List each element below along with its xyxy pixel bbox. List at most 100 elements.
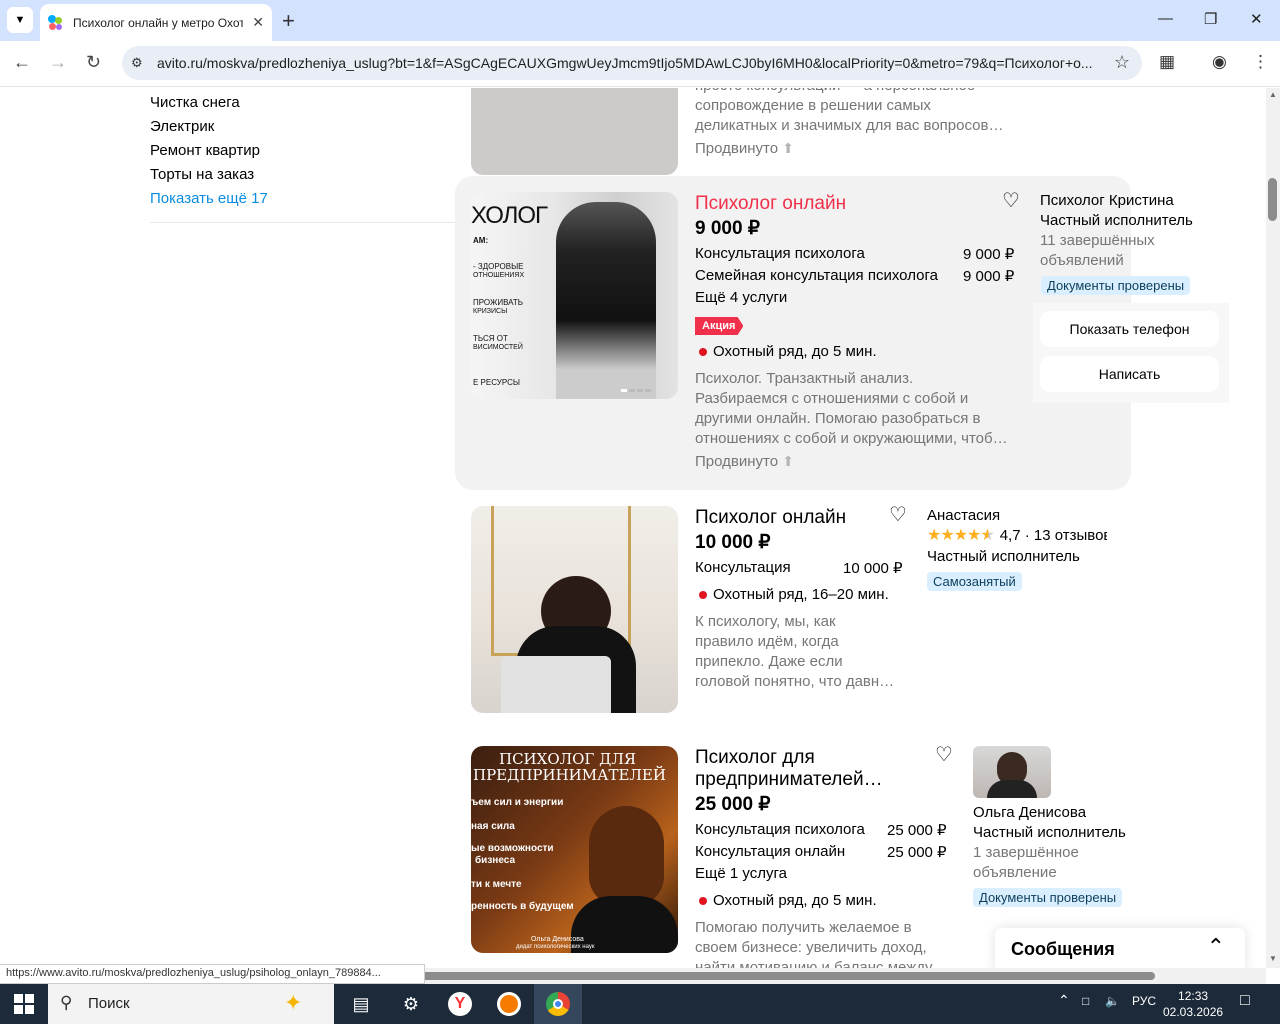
- seller-name[interactable]: Психолог Кристина: [1040, 191, 1174, 211]
- forward-icon[interactable]: →: [49, 52, 67, 73]
- write-message-button[interactable]: Написать: [1040, 356, 1219, 392]
- sidebar-link-renovation[interactable]: Ремонт квартир: [150, 139, 268, 163]
- minimize-icon[interactable]: —: [1158, 10, 1173, 27]
- tab-title: Психолог онлайн у метро Охотный ряд: [73, 15, 243, 30]
- listing1-promoted: Продвинуто ⬆: [695, 453, 794, 470]
- profile-icon[interactable]: ◉: [1212, 52, 1227, 72]
- chevron-up-icon[interactable]: ⌃: [1207, 934, 1225, 960]
- service-price: 25 000 ₽: [887, 844, 947, 861]
- listing1-photo[interactable]: ХОЛОГ АМ: - ЗДОРОВЫЕ ОТНОШЕНИЯХ ПРОЖИВАТ…: [471, 192, 678, 399]
- seller-avatar[interactable]: [973, 746, 1051, 798]
- chrome-icon[interactable]: [534, 984, 582, 1024]
- taskbar-search-label: Поиск: [88, 995, 130, 1012]
- messages-title: Сообщения: [1011, 939, 1115, 959]
- favorite-heart-icon[interactable]: ♡: [889, 502, 907, 527]
- browser-tab[interactable]: Психолог онлайн у метро Охотный ряд ✕: [40, 4, 272, 41]
- app-icon[interactable]: [495, 990, 523, 1018]
- messages-widget[interactable]: Сообщения ⌃: [995, 928, 1245, 968]
- restore-icon[interactable]: ❐: [1204, 10, 1217, 28]
- chevron-up-icon[interactable]: ⌃: [1058, 992, 1070, 1009]
- network-icon[interactable]: □: [1082, 994, 1089, 1008]
- new-tab-button[interactable]: +: [282, 8, 295, 34]
- rating-stars-icon: ★★★★★: [927, 527, 995, 544]
- photo-carousel-dots: [621, 379, 661, 392]
- yandex-browser-icon[interactable]: Y: [446, 990, 474, 1018]
- vertical-scrollbar[interactable]: ▲ ▼: [1266, 88, 1280, 968]
- docs-verified-badge: Документы проверены: [1041, 276, 1191, 295]
- language-indicator[interactable]: РУС: [1132, 994, 1156, 1008]
- photo-heading: ХОЛОГ: [471, 202, 548, 229]
- metro-dot-icon: [699, 590, 707, 599]
- tab-search-button[interactable]: ▼: [7, 7, 33, 33]
- listing3-photo[interactable]: ПСИХОЛОГ ДЛЯ ПРЕДПРИНИМАТЕЛЕЙ ъем сил и …: [471, 746, 678, 953]
- sparkle-icon: ✦: [284, 990, 303, 1015]
- more-services-link[interactable]: Ещё 4 услуги: [695, 289, 787, 306]
- address-bar[interactable]: ⚙ avito.ru/moskva/predlozheniya_uslug?bt…: [122, 46, 1142, 80]
- seller-name[interactable]: Ольга Денисова: [973, 803, 1086, 823]
- settings-gear-icon[interactable]: ⚙: [397, 990, 425, 1018]
- metro-dot-icon: [699, 347, 707, 356]
- listing1-title[interactable]: Психолог онлайн: [695, 193, 846, 215]
- listing2-title[interactable]: Психолог онлайн: [695, 507, 846, 529]
- vertical-scroll-thumb[interactable]: [1268, 178, 1277, 221]
- seller-type: Частный исполнитель: [927, 548, 1080, 565]
- chevron-down-icon: ▼: [14, 14, 26, 26]
- sidebar-link-snow[interactable]: Чистка снега: [150, 91, 268, 115]
- service-name: Консультация психолога: [695, 245, 865, 262]
- menu-kebab-icon[interactable]: ⋮: [1252, 52, 1269, 72]
- sidebar-link-electrician[interactable]: Электрик: [150, 115, 268, 139]
- listing1-price: 9 000 ₽: [695, 218, 760, 239]
- horizontal-scroll-thumb[interactable]: [420, 972, 1155, 980]
- listing2-photo[interactable]: [471, 506, 678, 713]
- site-info-icon[interactable]: ⚙: [131, 55, 143, 71]
- windows-start-icon[interactable]: [14, 994, 34, 1014]
- prev-listing-promoted: Продвинуто ⬆: [695, 140, 794, 157]
- metro-info: Охотный ряд, 16–20 мин.: [695, 586, 889, 603]
- seller-ads-count: 1 завершённое объявление: [973, 844, 1079, 881]
- docs-verified-badge: Документы проверены: [973, 888, 1123, 907]
- windows-taskbar: ⚲ Поиск ✦ ▤ ⚙ Y ⌃ □ 🔈 РУС 12:33 02.03.20…: [0, 984, 1280, 1024]
- browser-toolbar: ← → ↻ ⚙ avito.ru/moskva/predlozheniya_us…: [0, 41, 1280, 87]
- bookmark-star-icon[interactable]: ☆: [1114, 52, 1130, 73]
- listing2-description: К психологу, мы, как правило идём, когда…: [695, 613, 895, 690]
- prev-listing-description: просто консультации — а персональное соп…: [695, 88, 1004, 134]
- service-price: 9 000 ₽: [963, 268, 1015, 285]
- service-name: Консультация: [695, 559, 791, 576]
- metro-info: Охотный ряд, до 5 мин.: [695, 892, 877, 909]
- show-more-link[interactable]: Показать ещё 17: [150, 187, 268, 211]
- seller-ads-count: 11 завершённых объявлений: [1040, 232, 1155, 269]
- close-window-icon[interactable]: ✕: [1250, 10, 1263, 28]
- service-name: Консультация психолога: [695, 821, 865, 838]
- favorite-heart-icon[interactable]: ♡: [1002, 188, 1020, 213]
- laptop: [501, 656, 611, 713]
- favorite-heart-icon[interactable]: ♡: [935, 742, 953, 767]
- listing3-title[interactable]: Психолог для предпринимателей…: [695, 747, 883, 791]
- show-phone-button[interactable]: Показать телефон: [1040, 311, 1219, 347]
- link-status-bar: https://www.avito.ru/moskva/predlozheniy…: [0, 964, 425, 984]
- url-text[interactable]: avito.ru/moskva/predlozheniya_uslug?bt=1…: [157, 55, 1097, 71]
- sale-badge: Акция: [695, 317, 744, 335]
- notifications-icon[interactable]: □: [1240, 992, 1250, 1010]
- metro-info: Охотный ряд, до 5 мин.: [695, 343, 877, 360]
- metro-dot-icon: [699, 896, 707, 905]
- page-content: Чистка снега Электрик Ремонт квартир Тор…: [0, 88, 1266, 968]
- avito-favicon-icon: [48, 14, 64, 31]
- back-icon[interactable]: ←: [13, 52, 31, 73]
- browser-tab-strip: ▼ Психолог онлайн у метро Охотный ряд ✕ …: [0, 0, 1280, 41]
- reload-icon[interactable]: ↻: [86, 52, 101, 73]
- taskbar-search[interactable]: ⚲ Поиск ✦: [48, 984, 334, 1024]
- sidebar-link-cakes[interactable]: Торты на заказ: [150, 163, 268, 187]
- more-services-link[interactable]: Ещё 1 услуга: [695, 865, 787, 882]
- task-view-icon[interactable]: ▤: [347, 990, 375, 1018]
- person-head: [589, 806, 664, 906]
- listing3-description: Помогаю получить желаемое в своем бизнес…: [695, 919, 933, 968]
- listing1-description: Психолог. Транзактный анализ. Разбираемс…: [695, 370, 1008, 447]
- prev-listing-photo[interactable]: [471, 88, 678, 175]
- volume-icon[interactable]: 🔈: [1105, 994, 1120, 1008]
- close-tab-icon[interactable]: ✕: [252, 14, 264, 31]
- service-price: 9 000 ₽: [963, 246, 1015, 263]
- seller-rating[interactable]: ★★★★★ 4,7 · 13 отзывов: [927, 526, 1107, 546]
- extensions-icon[interactable]: ▦: [1159, 52, 1175, 72]
- seller-name[interactable]: Анастасия: [927, 506, 1000, 526]
- taskbar-clock[interactable]: 12:33 02.03.2026: [1163, 988, 1223, 1020]
